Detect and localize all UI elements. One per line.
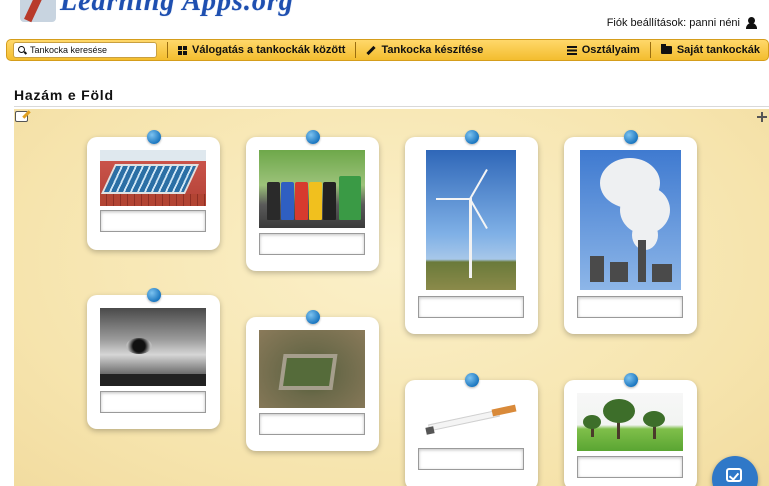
pin-icon xyxy=(464,130,479,144)
nav-item-browse[interactable]: Válogatás a tankockák között xyxy=(178,44,345,56)
pin-icon xyxy=(623,130,638,144)
pin-icon xyxy=(146,288,161,302)
account-settings[interactable]: Fiók beállítások: panni néni xyxy=(607,17,757,29)
card-wind[interactable] xyxy=(405,130,538,334)
check-icon xyxy=(726,468,742,482)
card-compost-pit[interactable] xyxy=(246,310,379,451)
answer-slot[interactable] xyxy=(418,296,524,318)
grid-icon xyxy=(178,45,187,55)
nav-item-my-apps[interactable]: Saját tankockák xyxy=(660,44,760,56)
folder-icon xyxy=(660,44,672,54)
solar-panels-image xyxy=(100,150,206,206)
nav-divider xyxy=(167,42,168,58)
list-icon xyxy=(566,45,577,55)
answer-slot[interactable] xyxy=(100,391,206,413)
recycling-bins-image xyxy=(259,150,365,228)
title-divider xyxy=(14,106,769,107)
card-exhaust[interactable] xyxy=(87,288,220,429)
nav-item-label: Tankocka készítése xyxy=(381,44,484,56)
pin-icon xyxy=(305,310,320,324)
answer-slot[interactable] xyxy=(577,456,683,478)
car-exhaust-image xyxy=(100,308,206,386)
factory-smoke-image xyxy=(580,150,681,290)
pin-icon xyxy=(146,130,161,144)
edit-icon[interactable] xyxy=(15,111,28,122)
card-solar[interactable] xyxy=(87,130,220,250)
answer-slot[interactable] xyxy=(100,210,206,232)
pin-icon xyxy=(464,373,479,387)
search-input[interactable]: Tankocka keresése xyxy=(13,42,157,58)
nav-item-label: Válogatás a tankockák között xyxy=(192,44,346,56)
page-title: Hazám e Föld xyxy=(14,87,114,103)
answer-slot[interactable] xyxy=(259,233,365,255)
user-icon xyxy=(746,17,757,29)
app-board xyxy=(14,109,769,486)
wind-turbine-image xyxy=(426,150,516,290)
card-cigarette[interactable] xyxy=(405,373,538,486)
site-logo[interactable]: Learning Apps.org xyxy=(20,0,300,28)
nav-item-create[interactable]: Tankocka készítése xyxy=(366,44,483,56)
answer-slot[interactable] xyxy=(259,413,365,435)
top-header: Learning Apps.org Fiók beállítások: pann… xyxy=(0,0,769,40)
nav-item-classes[interactable]: Osztályaim xyxy=(566,44,640,56)
card-recycling[interactable] xyxy=(246,130,379,271)
nav-divider xyxy=(649,42,651,58)
pin-icon xyxy=(623,373,638,387)
cigarette-image xyxy=(418,393,524,445)
main-nav-bar: Tankocka keresése Válogatás a tankockák … xyxy=(6,39,769,61)
pin-icon xyxy=(305,130,320,144)
trees-image xyxy=(577,393,683,451)
nav-item-label: Saját tankockák xyxy=(676,44,760,56)
pencil-icon xyxy=(366,45,377,55)
account-label: Fiók beállítások: panni néni xyxy=(606,17,740,29)
compost-pit-image xyxy=(259,330,365,408)
logo-text: Learning Apps.org xyxy=(60,0,294,17)
fullscreen-icon[interactable] xyxy=(757,112,767,122)
search-placeholder: Tankocka keresése xyxy=(30,45,108,55)
search-icon xyxy=(18,45,27,55)
nav-divider xyxy=(355,42,357,58)
answer-slot[interactable] xyxy=(418,448,524,470)
card-trees[interactable] xyxy=(564,373,697,486)
answer-slot[interactable] xyxy=(577,296,683,318)
logo-mark-icon xyxy=(20,0,56,22)
card-smoke[interactable] xyxy=(564,130,697,334)
nav-item-label: Osztályaim xyxy=(581,44,640,56)
